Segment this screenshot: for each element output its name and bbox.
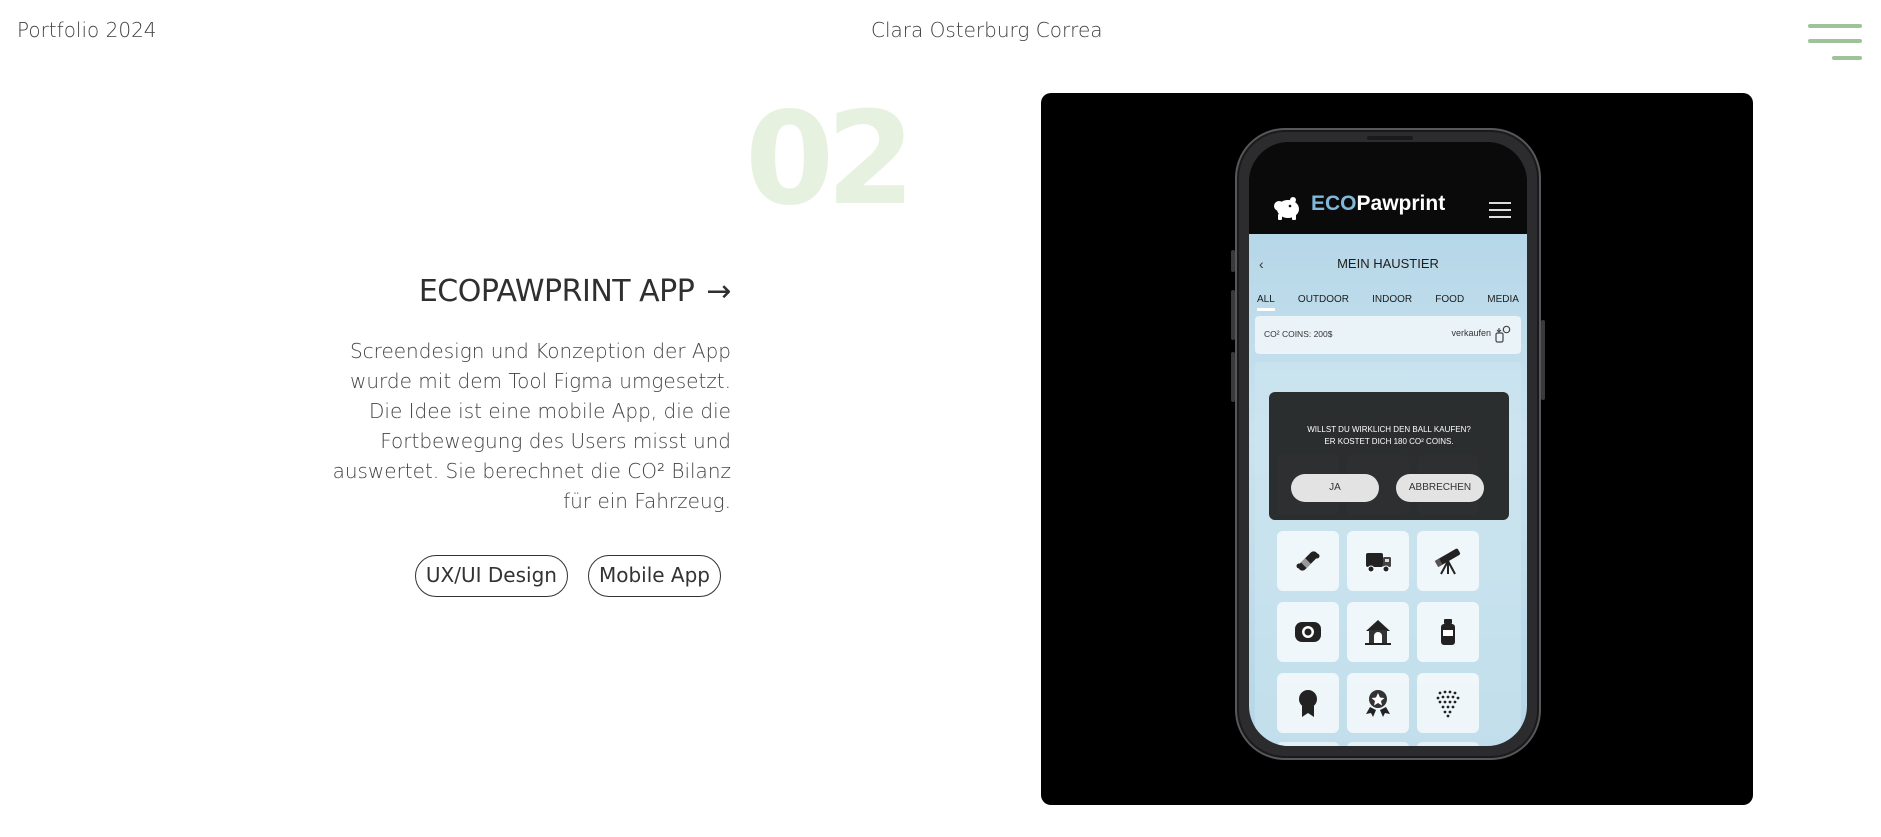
truck-icon [1347, 531, 1409, 591]
app-tab-food: FOOD [1435, 294, 1465, 305]
tag-ux-ui-design[interactable]: UX/UI Design [414, 555, 568, 597]
app-page-title: MEIN HAUSTIER [1337, 256, 1439, 271]
menu-line [1832, 56, 1862, 60]
project-title: ECOPAWPRINT APP [418, 274, 695, 309]
medal-icon [1277, 673, 1339, 733]
purchase-modal: WILLST DU WIRKLICH DEN BALL KAUFEN? ER K… [1269, 392, 1509, 520]
project-title-link[interactable]: ECOPAWPRINT APP → [418, 274, 732, 309]
coins-bar: CO² COINS: 200$ verkaufen [1255, 316, 1521, 354]
app-tab-media: MEDIA [1487, 294, 1519, 305]
phone-screen: ECOPawprint ‹ MEIN HAUSTIER ALL OUTDOOR … [1249, 142, 1527, 746]
project-number: 02 [745, 85, 915, 234]
phone-side-button [1541, 320, 1545, 400]
app-header: ECOPawprint [1249, 142, 1527, 234]
app-brand-suffix: Pawprint [1356, 192, 1446, 215]
app-menu-icon [1489, 202, 1511, 218]
award-icon [1347, 673, 1409, 733]
portfolio-label: Portfolio 2024 [17, 18, 157, 42]
tag-mobile-app[interactable]: Mobile App [587, 555, 721, 597]
author-name: Clara Osterburg Correa [871, 18, 1103, 42]
item-cell [1417, 742, 1479, 746]
sell-icon [1495, 325, 1511, 343]
coins-label: CO² COINS: 200$ [1264, 329, 1333, 339]
app-tab-indoor: INDOOR [1372, 294, 1413, 305]
bottle-icon [1417, 602, 1479, 662]
telescope-icon [1417, 531, 1479, 591]
modal-line-2: ER KOSTET DICH 180 CO² COINS. [1324, 437, 1454, 446]
phone-side-button [1231, 250, 1235, 272]
modal-line-1: WILLST DU WIRKLICH DEN BALL KAUFEN? [1307, 425, 1471, 434]
phone-side-button [1231, 352, 1235, 402]
phone-side-button [1231, 290, 1235, 340]
item-cell [1347, 742, 1409, 746]
app-brand-prefix: ECO [1311, 192, 1357, 215]
project-description: Screendesign und Konzeption der App wurd… [332, 339, 731, 513]
doghouse-icon [1347, 602, 1409, 662]
arrow-right-icon: → [706, 274, 731, 309]
modal-cancel-button: ABBRECHEN [1396, 474, 1484, 502]
item-cell [1277, 742, 1339, 746]
menu-line [1808, 39, 1862, 43]
dots-icon [1417, 673, 1479, 733]
app-tab-outdoor: OUTDOOR [1297, 294, 1350, 305]
app-tab-all: ALL [1257, 294, 1275, 311]
app-brand: ECOPawprint [1311, 192, 1445, 216]
modal-message: WILLST DU WIRKLICH DEN BALL KAUFEN? ER K… [1269, 424, 1509, 448]
modal-yes-button: JA [1291, 474, 1379, 502]
skateboard-icon [1277, 531, 1339, 591]
menu-line [1808, 24, 1862, 28]
app-tabs: ALL OUTDOOR INDOOR FOOD MEDIA [1257, 294, 1519, 311]
sell-label: verkaufen [1451, 328, 1491, 338]
tire-icon [1277, 602, 1339, 662]
pawprint-logo-icon [1274, 197, 1299, 220]
hamburger-icon[interactable] [1808, 24, 1862, 64]
phone-mockup: ECOPawprint ‹ MEIN HAUSTIER ALL OUTDOOR … [1231, 128, 1545, 760]
project-showcase-image[interactable]: ECOPawprint ‹ MEIN HAUSTIER ALL OUTDOOR … [1041, 93, 1753, 805]
phone-speaker [1367, 136, 1413, 140]
tag-list: UX/UI Design Mobile App [414, 555, 721, 597]
